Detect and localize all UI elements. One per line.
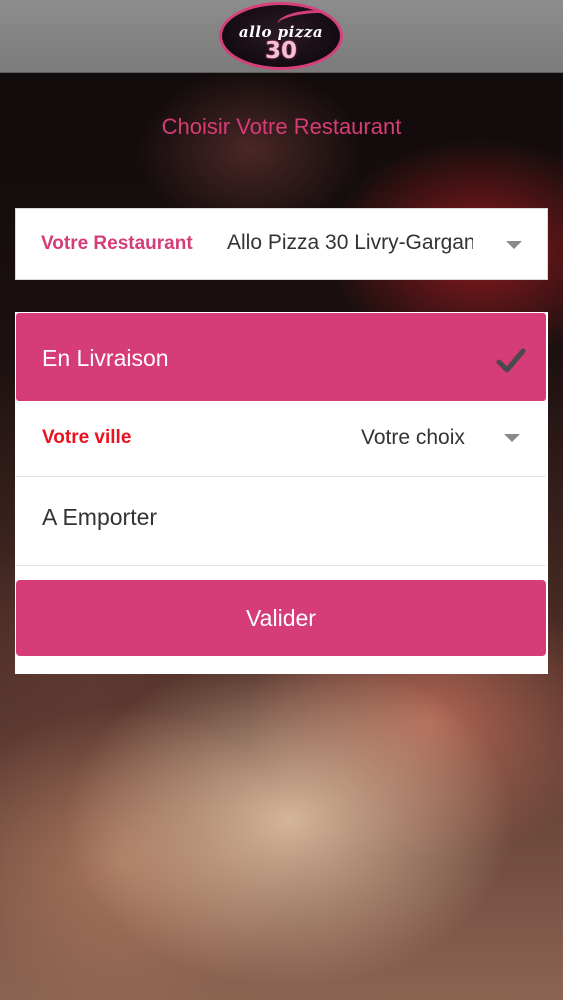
option-a-emporter[interactable]: A Emporter	[16, 477, 546, 566]
checkmark-icon	[496, 348, 526, 373]
logo-number: 30	[264, 38, 297, 64]
option-en-livraison[interactable]: En Livraison	[16, 313, 546, 401]
restaurant-select-label: Votre Restaurant	[41, 233, 193, 254]
ville-select-value[interactable]: Votre choix	[361, 426, 465, 450]
restaurant-select[interactable]: Votre Restaurant Allo Pizza 30 Livry-Gar…	[15, 208, 548, 280]
ville-select[interactable]: Votre ville Votre choix	[16, 402, 546, 477]
valider-button[interactable]: Valider	[16, 580, 546, 656]
caret-down-icon[interactable]	[504, 434, 520, 442]
option-a-emporter-label: A Emporter	[42, 504, 158, 530]
restaurant-select-value[interactable]: Allo Pizza 30 Livry-Gargan	[227, 231, 473, 255]
brand-logo: allo pizza 30	[219, 2, 343, 70]
caret-down-icon[interactable]	[506, 241, 522, 249]
order-type-panel: En Livraison Votre ville Votre choix A E…	[15, 312, 548, 674]
top-bar: allo pizza 30	[0, 0, 563, 73]
option-en-livraison-label: En Livraison	[42, 345, 169, 371]
page-title: Choisir Votre Restaurant	[161, 114, 402, 139]
ville-select-label: Votre ville	[42, 427, 132, 448]
